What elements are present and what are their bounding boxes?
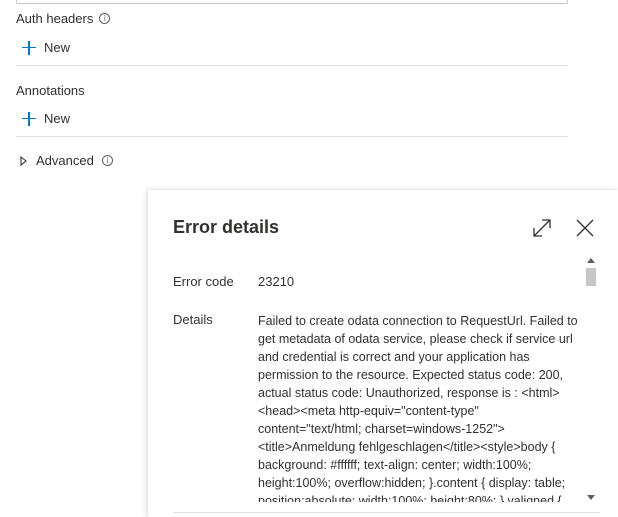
auth-headers-section-title: Auth headers i (16, 11, 111, 26)
chevron-right-icon (20, 155, 27, 166)
annotations-label: Annotations (16, 83, 85, 98)
panel-divider (173, 512, 600, 513)
close-icon[interactable] (574, 217, 596, 239)
error-code-value: 23210 (258, 274, 295, 289)
advanced-toggle[interactable]: Advanced i (20, 153, 113, 168)
info-icon[interactable]: i (101, 155, 113, 166)
add-annotation-button[interactable]: New (22, 111, 70, 126)
error-details-panel: Error details Error code 23210 Details F… (148, 190, 618, 517)
previous-field-border (16, 0, 568, 4)
annotations-section-title: Annotations (16, 83, 85, 98)
advanced-label: Advanced (36, 153, 94, 168)
auth-headers-label: Auth headers (16, 11, 94, 26)
expand-icon[interactable] (531, 217, 553, 239)
details-text: Failed to create odata connection to Req… (258, 314, 578, 502)
new-label: New (44, 111, 71, 126)
panel-title: Error details (173, 217, 280, 237)
scroll-thumb[interactable] (586, 268, 596, 286)
new-label: New (44, 40, 71, 55)
divider (16, 65, 568, 66)
details-label: Details (173, 312, 213, 327)
add-auth-header-button[interactable]: New (22, 40, 70, 55)
scroll-down-arrow-icon[interactable] (587, 495, 595, 500)
details-scrollbar[interactable] (584, 254, 598, 504)
scroll-up-arrow-icon[interactable] (587, 258, 595, 263)
plus-icon (22, 40, 36, 55)
info-icon[interactable]: i (99, 13, 111, 24)
error-code-label: Error code (173, 274, 234, 289)
divider (16, 136, 568, 137)
plus-icon (22, 111, 36, 126)
